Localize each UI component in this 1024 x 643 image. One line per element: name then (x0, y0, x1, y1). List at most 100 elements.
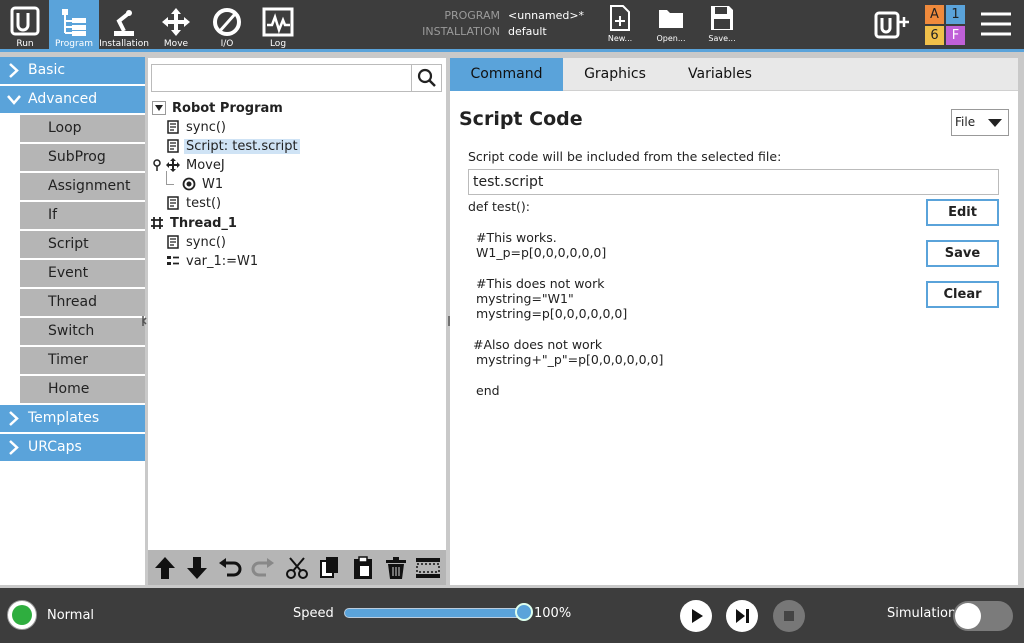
code-line: end (476, 383, 500, 398)
clear-button[interactable]: Clear (926, 281, 999, 308)
cut-button[interactable] (284, 555, 310, 581)
tree-node-assignment[interactable]: var_1:=W1 (166, 252, 260, 271)
move-up-button[interactable] (152, 555, 178, 581)
nav-item-if[interactable]: If (20, 202, 145, 229)
hamburger-menu-button[interactable] (980, 10, 1012, 38)
ur-plus-icon (874, 11, 909, 39)
pin-icon (153, 159, 161, 171)
tree-node-label: Robot Program (172, 101, 283, 116)
waypoint-icon (182, 177, 196, 191)
tab-log[interactable]: Log (253, 0, 303, 52)
save-file-label: Save... (708, 34, 736, 43)
nav-item-label: Home (48, 381, 90, 397)
collapse-triangle-icon (152, 101, 166, 115)
program-info: PROGRAM <unnamed>* INSTALLATION default (415, 8, 584, 40)
robot-status-indicator[interactable] (7, 600, 37, 630)
redo-button[interactable] (250, 555, 276, 581)
stop-icon (784, 611, 794, 621)
tree-node-test[interactable]: test() (166, 194, 223, 213)
new-file-button[interactable]: New... (596, 4, 644, 48)
badge-one: 1 (946, 5, 965, 24)
nav-item-switch[interactable]: Switch (20, 318, 145, 345)
script-description: Script code will be included from the se… (468, 149, 782, 164)
installation-key: INSTALLATION (422, 25, 500, 38)
tab-installation[interactable]: Installation (99, 0, 149, 52)
move-down-button[interactable] (184, 555, 210, 581)
tab-program[interactable]: Program (49, 0, 99, 52)
tree-node-thread-sync[interactable]: sync() (166, 233, 228, 252)
nav-category-urcaps[interactable]: URCaps (0, 434, 145, 461)
script-node-icon (167, 235, 179, 249)
status-badges[interactable]: A 1 6 F (925, 5, 965, 45)
code-line: def test(): (468, 199, 530, 214)
move-arrows-icon (162, 8, 190, 36)
save-button[interactable]: Save (926, 240, 999, 267)
folder-icon (659, 10, 683, 28)
tree-search-input[interactable] (151, 64, 442, 92)
code-line: #This does not work (476, 276, 605, 291)
tree-node-label: Script: test.script (184, 139, 300, 154)
edit-button[interactable]: Edit (926, 199, 999, 226)
paste-button[interactable] (350, 555, 376, 581)
nav-item-loop[interactable]: Loop (20, 115, 145, 142)
tree-node-waypoint-w1[interactable]: W1 (166, 171, 225, 194)
tree-node-robot-program[interactable]: Robot Program (152, 99, 285, 118)
nav-category-basic[interactable]: Basic (0, 57, 145, 84)
search-button[interactable] (411, 65, 441, 91)
floppy-disk-icon (711, 6, 733, 30)
nav-category-advanced[interactable]: Advanced (0, 86, 145, 113)
tree-node-label: Thread_1 (170, 216, 237, 231)
script-file-field[interactable]: test.script (468, 169, 999, 195)
nav-item-timer[interactable]: Timer (20, 347, 145, 374)
tab-command[interactable]: Command (450, 58, 563, 91)
tab-program-label: Program (55, 39, 93, 49)
assignment-icon (167, 256, 179, 265)
tab-graphics[interactable]: Graphics (563, 58, 667, 91)
badge-f: F (946, 26, 965, 45)
io-icon (213, 8, 241, 36)
new-file-label: New... (607, 34, 633, 43)
open-file-label: Open... (656, 34, 686, 43)
tree-node-script[interactable]: Script: test.script (166, 137, 300, 156)
play-button[interactable] (680, 600, 712, 632)
nav-item-home[interactable]: Home (20, 376, 145, 403)
tab-variables[interactable]: Variables (667, 58, 773, 91)
tree-node-movej[interactable]: MoveJ (150, 156, 227, 175)
top-bar: Run Program Installation Move I/O Log PR… (0, 0, 1024, 52)
script-source-select[interactable]: File (951, 109, 1009, 136)
chevron-right-icon (9, 440, 19, 455)
speed-slider[interactable] (344, 608, 524, 618)
copy-button[interactable] (317, 555, 343, 581)
nav-category-templates[interactable]: Templates (0, 405, 145, 432)
tab-run[interactable]: Run (0, 0, 50, 52)
code-line: W1_p=p[0,0,0,0,0,0] (476, 245, 607, 260)
tree-node-thread[interactable]: Thread_1 (150, 214, 239, 233)
save-file-button[interactable]: Save... (698, 4, 746, 48)
tree-node-sync[interactable]: sync() (166, 118, 228, 137)
stop-button[interactable] (773, 600, 805, 632)
speed-label: Speed (293, 606, 334, 621)
step-button[interactable] (726, 600, 758, 632)
nav-item-thread[interactable]: Thread (20, 289, 145, 316)
hamburger-icon (981, 12, 1011, 36)
dropdown-arrow-icon (988, 119, 1002, 127)
tab-move[interactable]: Move (151, 0, 201, 52)
suppress-button[interactable] (415, 555, 441, 581)
open-file-button[interactable]: Open... (647, 4, 695, 48)
tree-node-label: var_1:=W1 (186, 254, 259, 269)
speed-slider-handle[interactable] (515, 603, 533, 621)
nav-item-assignment[interactable]: Assignment (20, 173, 145, 200)
thread-icon (151, 217, 163, 229)
nav-item-subprog[interactable]: SubProg (20, 144, 145, 171)
tab-io[interactable]: I/O (202, 0, 252, 52)
undo-button[interactable] (217, 555, 243, 581)
delete-button[interactable] (383, 555, 409, 581)
simulation-toggle[interactable] (953, 601, 1013, 631)
urcaps-plus-button[interactable] (874, 10, 912, 40)
nav-item-event[interactable]: Event (20, 260, 145, 287)
nav-item-script[interactable]: Script (20, 231, 145, 258)
tab-installation-label: Installation (99, 39, 149, 49)
ur-logo-icon (10, 6, 40, 36)
tab-io-label: I/O (220, 39, 234, 49)
script-node-icon (167, 139, 179, 153)
